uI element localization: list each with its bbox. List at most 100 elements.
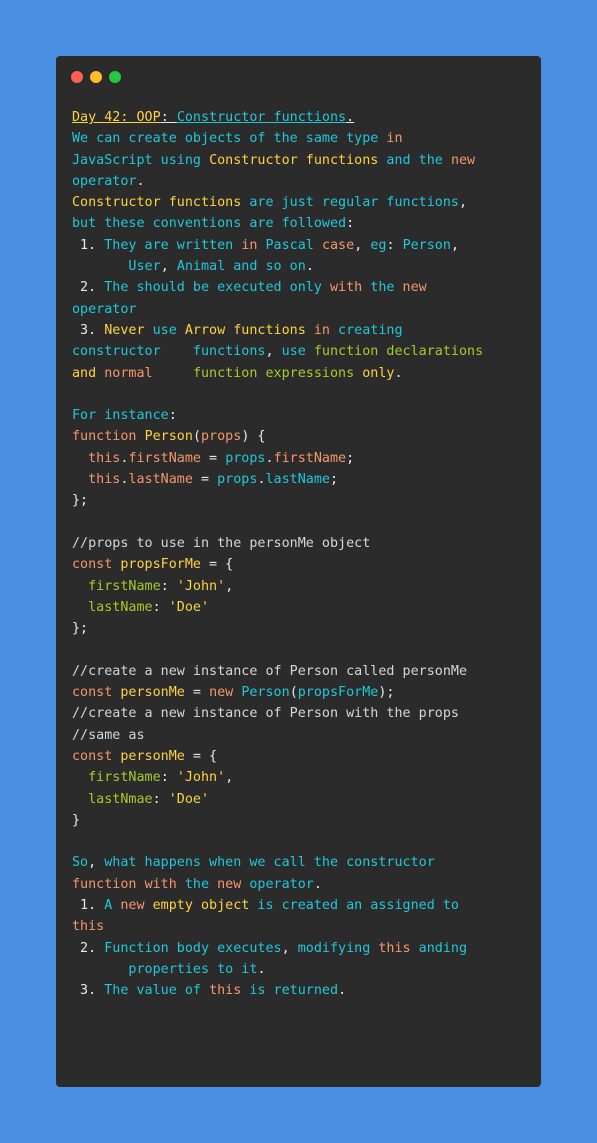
code-token: lastName [265,472,331,488]
code-token: this [209,983,242,999]
code-line: 3. The value of this is returned. [72,980,531,1001]
code-token: eg [370,237,387,253]
code-token: . [394,365,403,381]
code-token: We can create objects of the same type [72,131,387,147]
maximize-dot-icon[interactable] [109,71,121,83]
code-token: ) { [241,429,266,445]
code-token: the [176,876,218,892]
code-token: Animal and so on [176,259,306,275]
code-token: , [225,578,234,594]
code-token: new [217,876,242,892]
code-token: . [257,472,266,488]
code-token: = [192,472,218,488]
code-token: = { [184,748,218,764]
code-line: For instance: [72,405,531,426]
code-token: new [209,685,242,701]
code-token: in [386,131,403,147]
code-token: , [265,344,282,360]
code-token: . [305,259,314,275]
code-token: JavaScript using [72,152,210,168]
code-token: firstName [273,450,347,466]
code-line: this.firstName = props.firstName; [72,448,531,469]
code-token: So [72,855,89,871]
code-token: but these conventions are followed [72,216,347,232]
code-line: const propsForMe = { [72,554,531,575]
code-token: , [225,770,234,786]
code-token: const [72,685,121,701]
code-token: Day 42: OOP [72,110,161,125]
code-token: : [168,408,177,424]
code-token: 2. [72,940,105,956]
code-token: constructor functions [72,344,266,360]
code-line: 1. They are written in Pascal case, eg: … [72,235,531,256]
code-token: function [72,429,145,445]
code-line: firstName: 'John', [72,767,531,788]
code-token: 1. [72,897,105,913]
code-token: Person [402,237,451,253]
code-line: this [72,916,531,937]
close-dot-icon[interactable] [71,71,83,83]
code-token: personMe [120,748,185,764]
code-line: We can create objects of the same type i… [72,128,531,149]
code-token: , [281,940,298,956]
code-token: modifying [297,940,379,956]
code-token: The value of [104,983,210,999]
code-token: , [160,259,177,275]
code-line: Constructor functions are just regular f… [72,192,531,213]
code-token: } [72,812,81,828]
code-line: this.lastName = props.lastName; [72,469,531,490]
code-token: ); [378,685,395,701]
minimize-dot-icon[interactable] [90,71,102,83]
code-line: So, what happens when we call the constr… [72,852,531,873]
code-line: function Person(props) { [72,426,531,447]
code-line: function with the new operator. [72,874,531,895]
code-line: User, Animal and so on. [72,256,531,277]
code-token: : [346,216,355,232]
code-token: lastName [128,472,193,488]
code-line: operator [72,299,531,320]
code-token: //create a new instance of Person called… [72,663,468,679]
code-token: For instance [72,408,169,424]
code-token: use [144,322,185,338]
code-token: firstName [128,450,201,466]
code-token: this [72,472,121,488]
code-line: and normal function expressions only. [72,363,531,384]
code-token: ; [346,450,355,466]
code-token: firstName [72,770,161,786]
code-line: //create a new instance of Person with t… [72,703,531,724]
code-token: : [152,599,169,615]
code-token: The should be executed only [104,280,330,296]
code-token: props [201,429,242,445]
code-line: properties to it. [72,959,531,980]
code-line: lastNmae: 'Doe' [72,789,531,810]
code-line: 2. The should be executed only with the … [72,277,531,298]
code-token: this [378,940,411,956]
code-token: ( [192,429,201,445]
code-token: and the [378,152,451,168]
code-token: //same as [72,727,145,743]
code-token: propsForMe [120,557,201,573]
code-token: = { [201,557,234,573]
code-line: constructor functions, use function decl… [72,341,531,362]
code-token: operator [241,876,314,892]
code-token: : [160,578,177,594]
code-line: operator. [72,171,531,192]
code-token: Never [104,322,145,338]
code-token: new [450,152,476,168]
code-token: //create a new instance of Person with t… [72,706,459,722]
code-token: 3. [72,322,105,338]
code-token: what happens when we call the constructo… [104,855,435,871]
code-token: , [450,237,459,253]
code-token: this [72,450,121,466]
code-token: new [402,280,427,296]
code-token: Constructor functions [176,110,347,125]
code-token: is created an assigned to [249,897,459,913]
code-token: 2. [72,280,105,296]
code-line: } [72,810,531,831]
code-token: props [225,450,266,466]
code-token: }; [72,621,89,637]
code-token: personMe [120,685,185,701]
